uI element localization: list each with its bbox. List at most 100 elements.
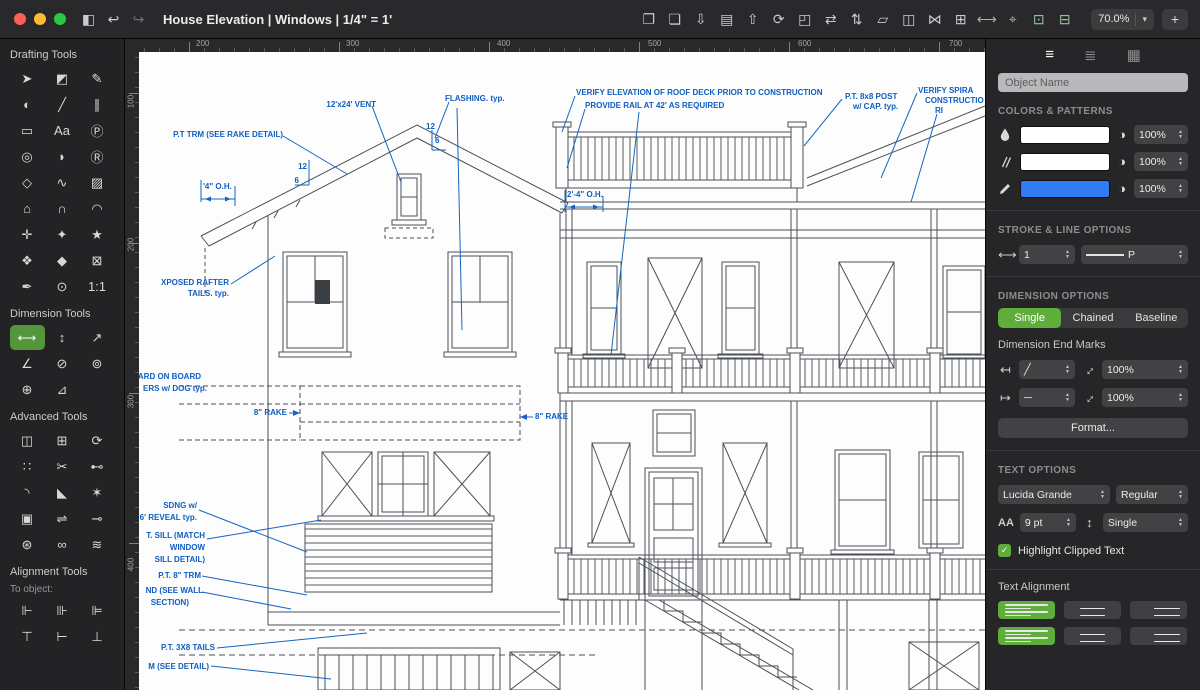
pen-color-swatch[interactable] [1020,179,1111,198]
line-style-dropdown[interactable]: P ▲ ▼ [1081,245,1188,264]
fillet-tool[interactable]: ◝ [10,480,45,505]
layers-tab-icon[interactable]: ≣ [1084,46,1097,64]
end-mark-dropdown[interactable]: ─ ▲ ▼ [1019,388,1075,407]
snap-outside-icon[interactable]: ⊟ [1052,0,1077,38]
grid-tab-icon[interactable]: ▦ [1127,46,1141,64]
drawing-canvas[interactable]: 12'x24' VENT FLASHING. typ. VERIFY ELEVATI… [139,52,985,690]
align-center-button[interactable] [1064,601,1121,619]
highlight-clipped-checkbox[interactable]: ✓ [998,544,1011,557]
group-tool[interactable]: ▣ [10,506,45,531]
paragraph-tool[interactable]: Ⓟ [80,118,115,143]
distribute-tool[interactable]: ≋ [80,532,115,557]
align-bottom-button[interactable] [1130,627,1187,645]
spline-tool[interactable]: ∿ [45,170,80,195]
format-button[interactable]: Format... [998,418,1188,438]
polygon-tool[interactable]: ◇ [10,170,45,195]
align-top-button[interactable] [998,627,1055,645]
move-tool[interactable]: ❖ [10,248,45,273]
stroke-color-swatch[interactable] [1020,152,1111,171]
fill-tool[interactable]: ◆ [45,248,80,273]
add-button[interactable]: + [1162,8,1188,30]
fill-blend-icon[interactable]: ◑ [1118,128,1126,141]
link-tool[interactable]: ∞ [45,532,80,557]
end-mark-scale-dropdown[interactable]: 100% ▲ ▼ [1102,388,1188,407]
print-icon[interactable]: ▤ [714,0,739,38]
vertical-dimension-tool[interactable]: ↕ [45,325,80,350]
pen-opacity-dropdown[interactable]: 100% ▲ ▼ [1134,179,1188,198]
slope-dimension-tool[interactable]: ⊿ [45,377,80,402]
align-right-button[interactable] [1130,601,1187,619]
leader-tool[interactable]: ↗ [80,325,115,350]
eyedropper-tool[interactable]: ✒ [10,274,45,299]
explode-tool[interactable]: ✶ [80,480,115,505]
share-icon[interactable]: ⇧ [740,0,765,38]
angular-dimension-tool[interactable]: ∠ [10,351,45,376]
folder-icon[interactable]: ❏ [662,0,687,38]
start-mark-scale-dropdown[interactable]: 100% ▲ ▼ [1102,360,1188,379]
vertical-ruler[interactable]: 100 200 300 400 [125,52,139,690]
zoom-control[interactable]: 70.0% ▾ [1091,8,1154,30]
reshape-tool[interactable]: ✛ [10,222,45,247]
measure-tool[interactable]: ⊸ [80,506,115,531]
fill-opacity-dropdown[interactable]: 100% ▲ ▼ [1134,125,1188,144]
align-left-to-object[interactable]: ⊩ [10,598,45,623]
ordinate-dimension-tool[interactable]: ⊕ [10,377,45,402]
flip-horizontal-icon[interactable]: ⇄ [818,0,843,38]
actual-size-tool[interactable]: 1:1 [80,274,115,299]
rotated-rect-tool[interactable]: Ⓡ [80,144,115,169]
chamfer-tool[interactable]: ◣ [45,480,80,505]
align-middle-to-object[interactable]: ⊢ [45,624,80,649]
duplicate-icon[interactable]: ◫ [896,0,921,38]
align-top-to-object[interactable]: ⊤ [10,624,45,649]
offset-tool[interactable]: ⊞ [45,428,80,453]
radius-dimension-tool[interactable]: ⊚ [80,351,115,376]
snap-inside-icon[interactable]: ⊡ [1026,0,1051,38]
font-family-dropdown[interactable]: Lucida Grande ▲ ▼ [998,485,1110,504]
align-bottom-to-object[interactable]: ⊥ [80,624,115,649]
pages-icon[interactable]: ❐ [636,0,661,38]
dimension-mode-baseline[interactable]: Baseline [1125,308,1188,328]
text-tool[interactable]: Aa [45,118,80,143]
clip-tool[interactable]: ⊠ [80,248,115,273]
align-left-button[interactable] [998,601,1055,619]
arch-tool[interactable]: ∩ [45,196,80,221]
extend-tool[interactable]: ⊷ [80,454,115,479]
skew-icon[interactable]: ▱ [870,0,895,38]
shade-tool[interactable]: ◐ [10,92,45,117]
star-tool[interactable]: ★ [80,222,115,247]
mirror-icon[interactable]: ⋈ [922,0,947,38]
linear-dimension-tool[interactable]: ⟷ [9,325,45,350]
select-tool[interactable]: ➤ [10,66,45,91]
start-mark-dropdown[interactable]: ╱ ▲ ▼ [1019,360,1075,379]
double-line-tool[interactable]: ∥ [80,92,115,117]
stroke-blend-icon[interactable]: ◑ [1118,155,1126,168]
rectangle-tool[interactable]: ▭ [10,118,45,143]
lock-tool[interactable]: ⊛ [10,532,45,557]
stroke-opacity-dropdown[interactable]: 100% ▲ ▼ [1134,152,1188,171]
pen-blend-icon[interactable]: ◑ [1118,182,1126,195]
center-point-icon[interactable]: ⌖ [1000,0,1025,38]
measure-icon[interactable]: ⟷ [974,0,999,38]
align-middle-button[interactable] [1064,627,1121,645]
diameter-dimension-tool[interactable]: ⊘ [45,351,80,376]
download-icon[interactable]: ⇩ [688,0,713,38]
properties-tab-sliders-icon[interactable]: ≡ [1045,46,1054,63]
dimension-mode-chained[interactable]: Chained [1061,308,1124,328]
pen-tool[interactable]: ✎ [80,66,115,91]
undo-icon[interactable]: ↩ [101,0,126,38]
dimension-mode-single[interactable]: Single [998,308,1062,328]
minimize-window-button[interactable] [34,13,46,25]
insert-table-icon[interactable]: ⊞ [948,0,973,38]
flip-vertical-icon[interactable]: ⇅ [844,0,869,38]
object-name-input[interactable] [998,73,1188,92]
marquee-tool[interactable]: ◩ [45,66,80,91]
line-tool[interactable]: ╱ [45,92,80,117]
rotate-icon[interactable]: ⟳ [766,0,791,38]
horizontal-ruler[interactable]: 200 300 400 500 600 700 [139,38,985,52]
flip-tool[interactable]: ⇌ [45,506,80,531]
zoom-tool[interactable]: ⊙ [45,274,80,299]
align-center-to-object[interactable]: ⊪ [45,598,80,623]
fill-color-swatch[interactable] [1020,125,1111,144]
hatch-tool[interactable]: ▨ [80,170,115,195]
arc-segment-tool[interactable]: ◗ [45,144,80,169]
